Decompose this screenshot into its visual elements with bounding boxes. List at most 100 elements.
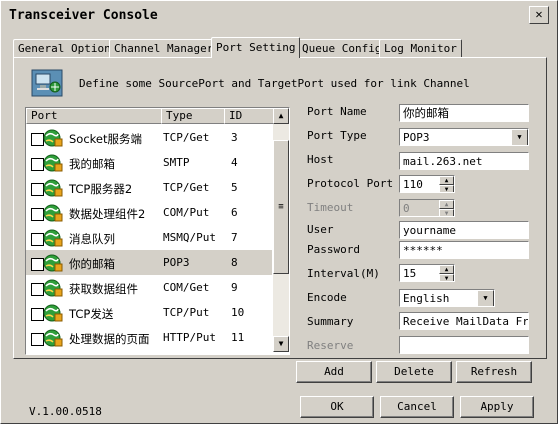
port-name-field[interactable]: 你的邮箱 xyxy=(399,104,529,122)
spin-buttons[interactable]: ▲ ▼ xyxy=(439,265,454,281)
row-type: COM/Put xyxy=(163,206,210,219)
chevron-down-icon[interactable]: ▼ xyxy=(511,129,528,145)
row-port-name: 数据处理组件2 xyxy=(69,207,146,221)
scroll-up-icon[interactable]: ▲ xyxy=(273,108,289,124)
list-item[interactable]: TCP服务器2 TCP/Get 5 xyxy=(26,175,272,200)
computer-network-icon xyxy=(31,69,63,97)
spin-up-icon[interactable]: ▲ xyxy=(439,265,454,274)
scroll-down-icon[interactable]: ▼ xyxy=(273,336,289,352)
list-item[interactable]: 处理数据的页面 HTTP/Put 11 xyxy=(26,325,272,350)
tab-channel-manager[interactable]: Channel Manager xyxy=(109,39,219,57)
column-type[interactable]: Type xyxy=(161,108,225,124)
encode-select[interactable]: English ▼ xyxy=(399,289,495,307)
column-port[interactable]: Port xyxy=(26,108,162,124)
chevron-down-icon[interactable]: ▼ xyxy=(477,290,494,306)
row-id: 7 xyxy=(231,231,238,244)
timeout-stepper: 0 ▲ ▼ xyxy=(399,199,455,217)
row-port-name: Socket服务端 xyxy=(69,132,142,146)
tab-queue-config[interactable]: Queue Config xyxy=(297,39,387,57)
host-label: Host xyxy=(307,153,334,166)
host-field[interactable]: mail.263.net xyxy=(399,152,529,170)
ok-button[interactable]: OK xyxy=(300,396,374,418)
port-type-label: Port Type xyxy=(307,129,367,142)
row-type: SMTP xyxy=(163,156,190,169)
refresh-button[interactable]: Refresh xyxy=(456,361,532,383)
tab-general-option[interactable]: General Option xyxy=(13,39,116,57)
list-item[interactable]: 我的邮箱 SMTP 4 xyxy=(26,150,272,175)
row-id: 9 xyxy=(231,281,238,294)
cancel-button[interactable]: Cancel xyxy=(380,396,454,418)
apply-button[interactable]: Apply xyxy=(460,396,534,418)
spin-down-icon[interactable]: ▼ xyxy=(439,185,454,192)
summary-field[interactable]: Receive MailData From xyxy=(399,312,529,330)
spin-down-icon[interactable]: ▼ xyxy=(439,274,454,281)
list-item[interactable]: 消息队列 MSMQ/Put 7 xyxy=(26,225,272,250)
row-id: 6 xyxy=(231,206,238,219)
port-type-value: POP3 xyxy=(403,131,430,144)
row-port-name: TCP服务器2 xyxy=(69,182,133,196)
spin-down-icon: ▼ xyxy=(439,209,454,216)
row-port-name: TCP发送 xyxy=(69,307,114,321)
interval-label: Interval(M) xyxy=(307,267,380,280)
spin-up-icon: ▲ xyxy=(439,200,454,209)
row-type: MSMQ/Put xyxy=(163,231,216,244)
row-type: TCP/Get xyxy=(163,131,210,144)
spin-up-icon[interactable]: ▲ xyxy=(439,176,454,185)
port-type-select[interactable]: POP3 ▼ xyxy=(399,128,529,146)
list-item[interactable]: 数据处理组件2 COM/Put 6 xyxy=(26,200,272,225)
protocol-port-value: 110 xyxy=(403,178,423,191)
spin-buttons-disabled: ▲ ▼ xyxy=(439,200,454,216)
scroll-thumb[interactable]: ≡ xyxy=(273,140,289,274)
row-type: TCP/Put xyxy=(163,306,210,319)
column-id[interactable]: ID xyxy=(224,108,274,124)
interval-stepper[interactable]: 15 ▲ ▼ xyxy=(399,264,455,282)
version-text: V.1.00.0518 xyxy=(29,405,102,418)
title-bar: Transceiver Console ✕ xyxy=(3,3,555,27)
list-item[interactable]: Socket服务端 TCP/Get 3 xyxy=(26,125,272,150)
row-id: 5 xyxy=(231,181,238,194)
row-port-name: 获取数据组件 xyxy=(69,282,138,296)
console-window: Transceiver Console ✕ General Option Cha… xyxy=(0,0,558,424)
summary-label: Summary xyxy=(307,315,354,328)
window-title: Transceiver Console xyxy=(9,8,158,23)
description-text: Define some SourcePort and TargetPort us… xyxy=(79,77,470,90)
port-globe-icon xyxy=(43,229,63,247)
password-label: Password xyxy=(307,243,360,256)
list-item[interactable]: 获取数据组件 COM/Get 9 xyxy=(26,275,272,300)
row-port-name: 消息队列 xyxy=(69,232,115,246)
row-id: 8 xyxy=(231,256,238,269)
row-port-name: 你的邮箱 xyxy=(69,257,115,271)
tab-port-setting[interactable]: Port Setting xyxy=(211,37,301,58)
row-port-name: 处理数据的页面 xyxy=(69,332,150,346)
protocol-port-label: Protocol Port xyxy=(307,177,394,190)
close-button[interactable]: ✕ xyxy=(529,6,549,24)
row-type: POP3 xyxy=(163,256,190,269)
delete-button[interactable]: Delete xyxy=(376,361,452,383)
port-globe-icon xyxy=(43,154,63,172)
port-globe-icon xyxy=(43,279,63,297)
row-id: 10 xyxy=(231,306,245,319)
list-item[interactable]: 你的邮箱 POP3 8 xyxy=(26,250,272,275)
list-header: Port Type ID xyxy=(26,108,274,124)
row-type: HTTP/Put xyxy=(163,331,216,344)
reserve-field[interactable] xyxy=(399,336,529,354)
spin-buttons[interactable]: ▲ ▼ xyxy=(439,176,454,192)
interval-value: 15 xyxy=(403,267,417,280)
list-item[interactable]: TCP发送 TCP/Put 10 xyxy=(26,300,272,325)
tab-log-monitor[interactable]: Log Monitor xyxy=(379,39,462,57)
port-globe-icon xyxy=(43,204,63,222)
add-button[interactable]: Add xyxy=(296,361,372,383)
user-field[interactable]: yourname xyxy=(399,221,529,239)
timeout-value: 0 xyxy=(403,202,410,215)
port-globe-icon xyxy=(43,254,63,272)
protocol-port-stepper[interactable]: 110 ▲ ▼ xyxy=(399,175,455,193)
reserve-label: Reserve xyxy=(307,339,354,352)
password-field[interactable]: ****** xyxy=(399,241,529,259)
user-label: User xyxy=(307,223,334,236)
row-port-name: 我的邮箱 xyxy=(69,157,115,171)
encode-value: English xyxy=(403,292,450,305)
port-list[interactable]: Port Type ID Socket服务端 TCP/Get 3 我的邮箱 SMTP 4 T… xyxy=(25,107,290,355)
row-id: 11 xyxy=(231,331,245,344)
port-globe-icon xyxy=(43,304,63,322)
list-scrollbar[interactable]: ▲ ≡ ▼ xyxy=(273,108,289,352)
